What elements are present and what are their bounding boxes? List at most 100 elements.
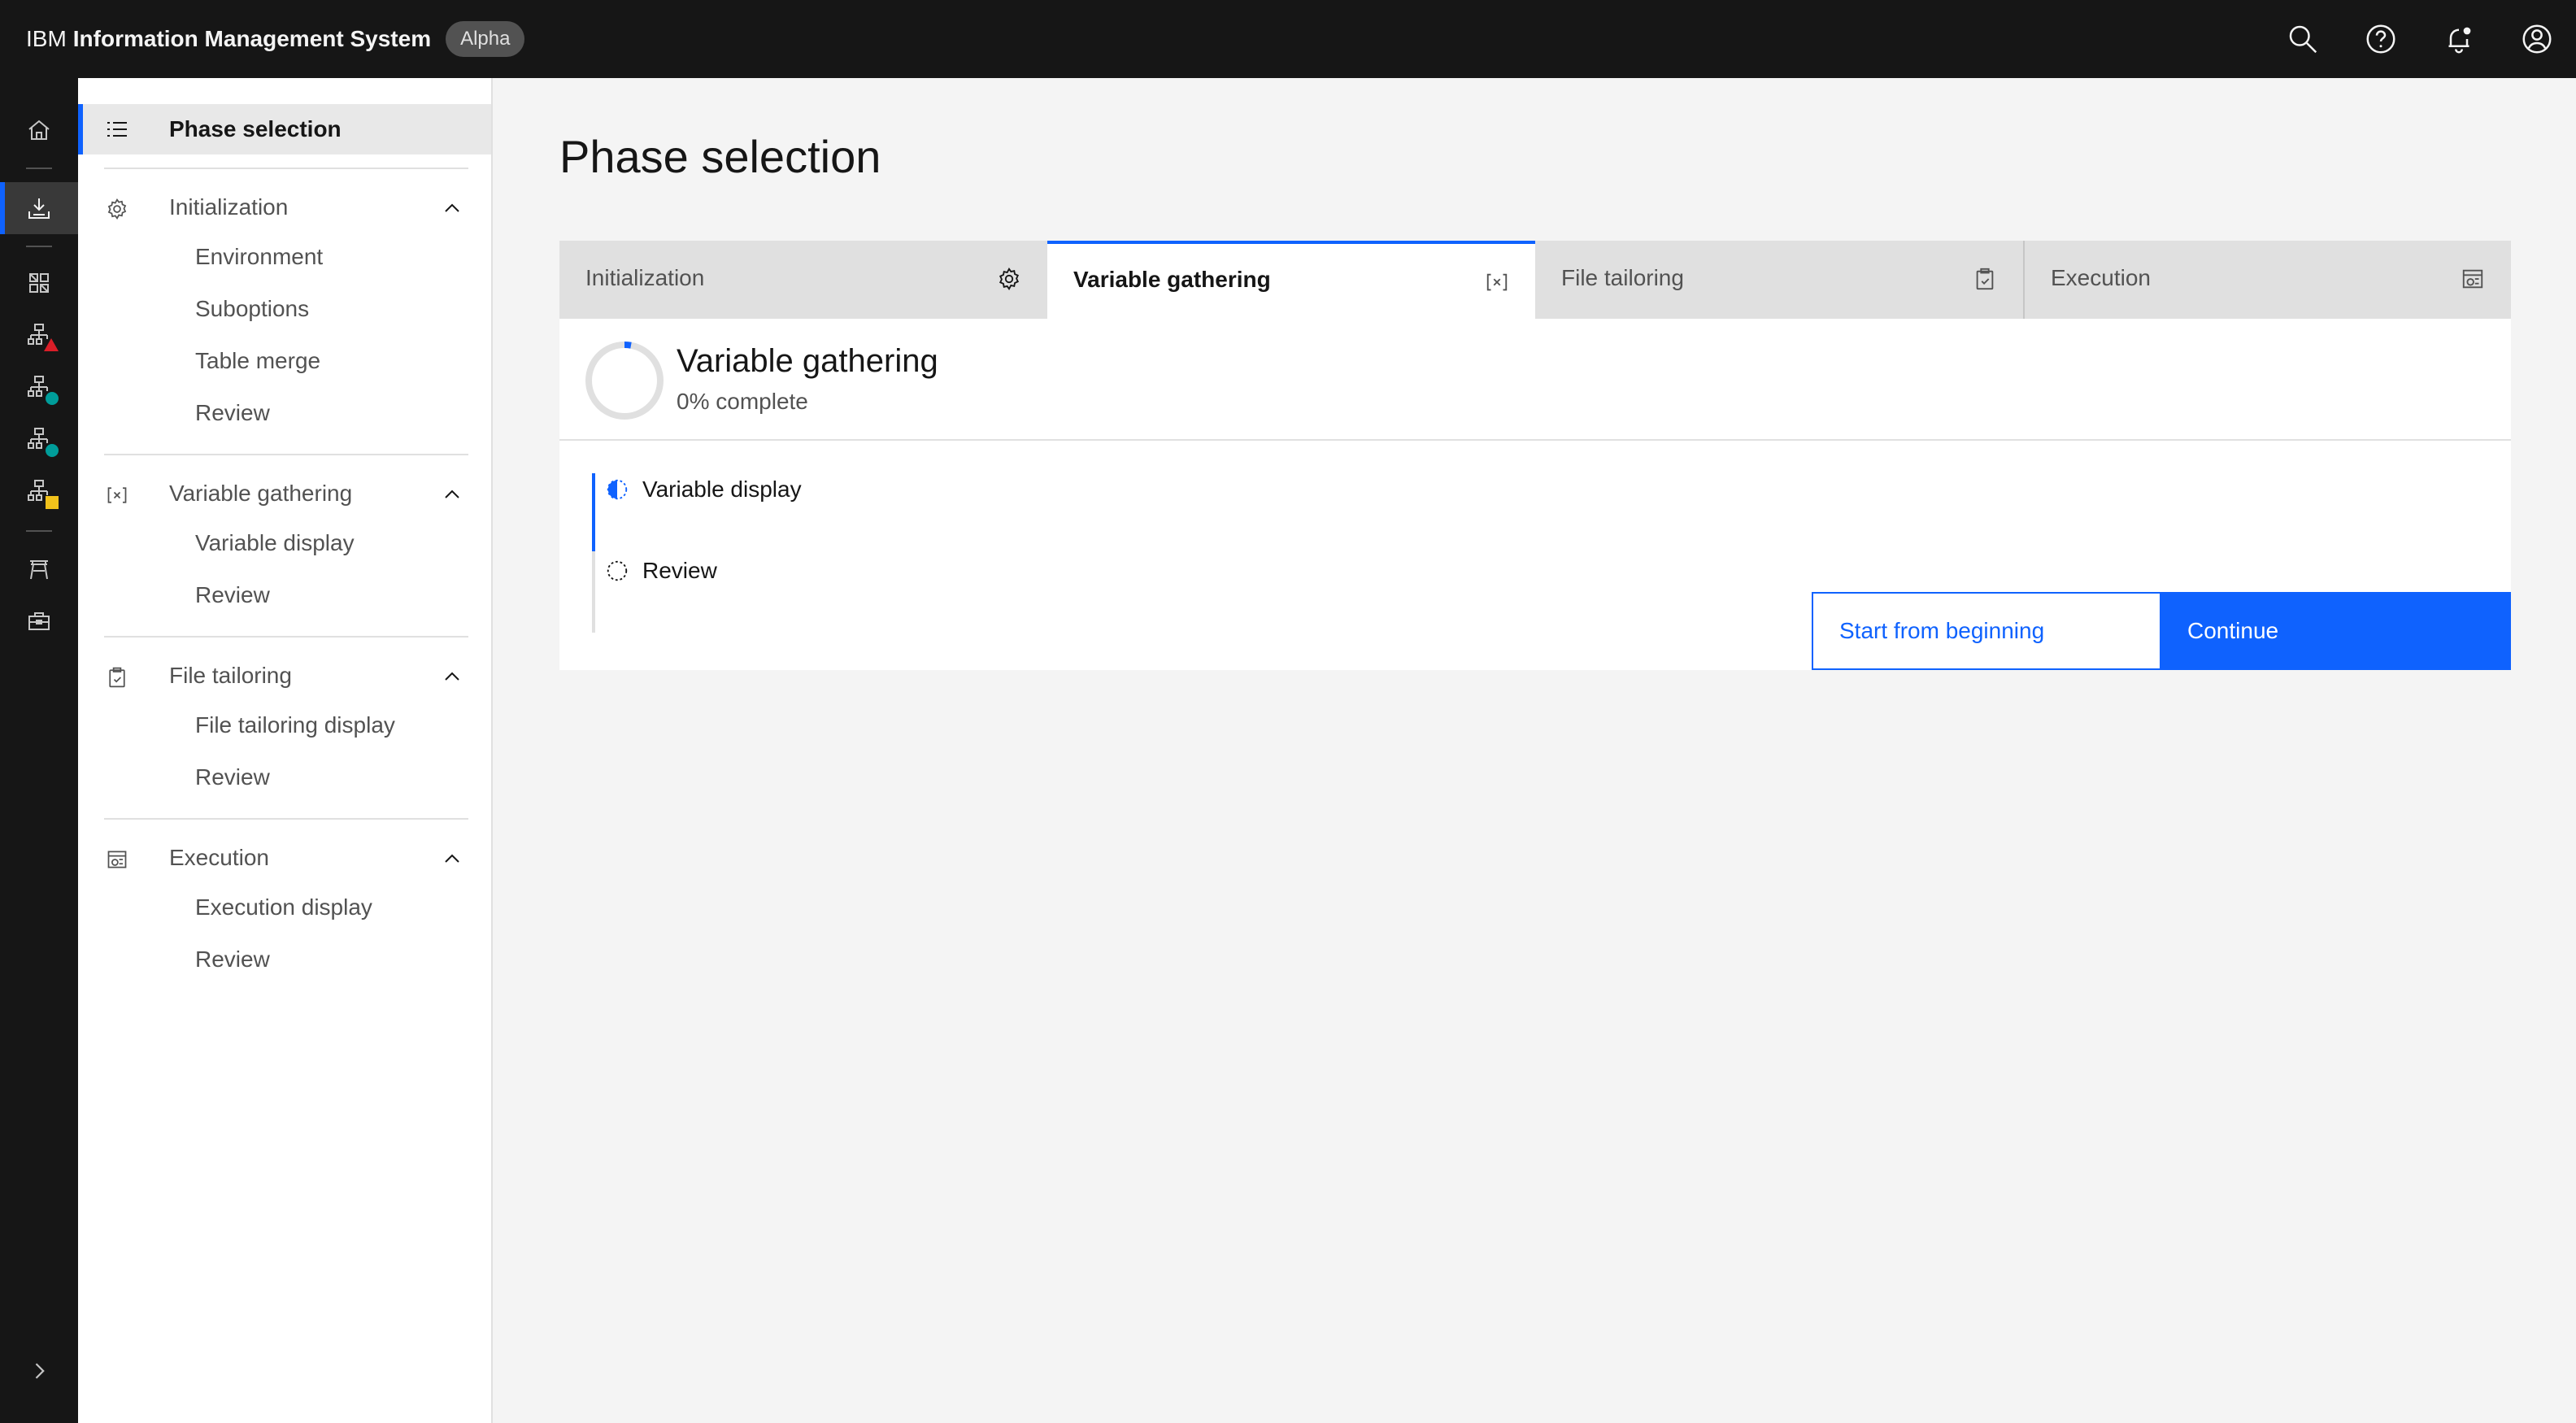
brand-company: IBM — [26, 26, 67, 51]
side-nav-section-execution[interactable]: Execution — [78, 833, 491, 883]
side-nav-title: Phase selection — [169, 116, 342, 141]
settings-icon — [107, 198, 127, 220]
notification-icon — [2448, 27, 2471, 54]
tab-label: File tailoring — [1561, 265, 1684, 290]
tab-label: Execution — [2051, 265, 2151, 290]
section-divider — [104, 454, 468, 455]
left-rail — [0, 78, 78, 1423]
side-nav-section-initialization[interactable]: Initialization — [78, 182, 491, 233]
phase-panel: Variable gathering 0% complete Variable … — [559, 319, 2511, 670]
phase-header: Variable gathering 0% complete — [559, 319, 2511, 441]
search-icon — [2289, 25, 2317, 54]
header-actions — [2264, 0, 2576, 78]
brand-product: Information Management System — [72, 26, 432, 51]
status-success-indicator — [46, 444, 59, 457]
side-nav-item-variable-display[interactable]: Variable display — [195, 527, 355, 559]
status-warning-indicator — [46, 496, 59, 509]
dashboard-icon — [29, 273, 49, 293]
help-button[interactable] — [2342, 0, 2420, 78]
side-nav-item-review[interactable]: Review — [195, 397, 270, 429]
section-title: File tailoring — [169, 663, 292, 688]
tab-variable-gathering[interactable]: Variable gathering — [1047, 241, 1535, 319]
rail-install[interactable] — [0, 182, 78, 234]
toolbox-icon — [28, 612, 50, 630]
tab-label: Initialization — [585, 265, 705, 290]
phase-tabs: Initialization Variable gathering File t… — [559, 241, 2511, 319]
status-error-indicator — [44, 338, 59, 351]
rail-hierarchy-2[interactable] — [0, 361, 78, 413]
list-icon — [107, 122, 127, 137]
rail-home[interactable] — [0, 104, 78, 156]
step-not-started-icon — [607, 560, 628, 581]
side-nav-item-review[interactable]: Review — [195, 761, 270, 794]
alpha-tag: Alpha — [446, 21, 525, 57]
section-title: Variable gathering — [169, 481, 353, 506]
user-avatar-icon — [2522, 24, 2552, 54]
step-variable-display[interactable]: Variable display — [605, 470, 802, 509]
section-divider — [104, 818, 468, 820]
section-title: Execution — [169, 845, 269, 870]
side-nav-item-review[interactable]: Review — [195, 943, 270, 976]
step-track-active — [592, 473, 595, 551]
section-divider — [104, 168, 468, 169]
rail-hierarchy-4[interactable] — [0, 465, 78, 517]
section-title: Initialization — [169, 194, 289, 220]
step-label: Variable display — [642, 477, 802, 502]
side-nav-item-environment[interactable]: Environment — [195, 241, 323, 273]
execution-icon — [107, 851, 127, 868]
chevron-up-icon — [445, 490, 459, 498]
rail-toolbox[interactable] — [0, 595, 78, 647]
section-divider — [104, 636, 468, 638]
clipboard-icon — [109, 667, 125, 688]
side-nav-item-execution-display[interactable]: Execution display — [195, 891, 372, 924]
rail-divider — [26, 530, 52, 532]
install-icon — [28, 198, 50, 219]
rail-hierarchy-1[interactable] — [0, 309, 78, 361]
progress-ring — [585, 341, 664, 420]
side-nav-section-variable-gathering[interactable]: Variable gathering — [78, 468, 491, 519]
step-in-progress-icon — [607, 479, 628, 500]
app-header: IBM Information Management System Alpha — [0, 0, 2576, 78]
tab-file-tailoring[interactable]: File tailoring — [1535, 241, 2023, 319]
side-nav-item-suboptions[interactable]: Suboptions — [195, 293, 309, 325]
chevron-up-icon — [445, 672, 459, 681]
app-brand[interactable]: IBM Information Management System Alpha — [26, 21, 525, 57]
notifications-button[interactable] — [2420, 0, 2498, 78]
tab-execution[interactable]: Execution — [2023, 241, 2511, 319]
search-button[interactable] — [2264, 0, 2342, 78]
phase-title: Variable gathering — [677, 343, 938, 379]
status-success-indicator — [46, 392, 59, 405]
execution-icon — [2462, 269, 2483, 289]
rail-expand-button[interactable] — [0, 1345, 78, 1397]
chevron-up-icon — [445, 203, 459, 212]
tab-initialization[interactable]: Initialization — [559, 241, 1047, 319]
chevron-up-icon — [445, 854, 459, 863]
tab-label: Variable gathering — [1073, 267, 1271, 292]
step-label: Review — [642, 558, 717, 583]
side-nav-phase-selection[interactable]: Phase selection — [78, 104, 491, 154]
variable-icon — [107, 487, 127, 503]
start-from-beginning-button[interactable]: Start from beginning — [1812, 592, 2161, 670]
continue-button[interactable]: Continue — [2161, 592, 2511, 670]
help-icon — [2366, 24, 2395, 54]
rail-divider — [26, 246, 52, 247]
rail-gateway[interactable] — [0, 543, 78, 595]
rail-dashboard[interactable] — [0, 257, 78, 309]
step-review[interactable]: Review — [605, 551, 717, 590]
page-title: Phase selection — [559, 131, 881, 182]
side-nav-item-file-tailoring-display[interactable]: File tailoring display — [195, 709, 395, 742]
chevron-right-icon — [35, 1363, 45, 1379]
variable-icon — [1486, 273, 1508, 291]
side-nav-item-review[interactable]: Review — [195, 579, 270, 611]
gateway-icon — [30, 560, 48, 580]
rail-hierarchy-3[interactable] — [0, 413, 78, 465]
side-nav-item-table-merge[interactable]: Table merge — [195, 345, 320, 377]
user-profile-button[interactable] — [2498, 0, 2576, 78]
home-icon — [28, 120, 50, 140]
clipboard-icon — [1976, 268, 1994, 290]
side-navigation: Phase selection Initialization Environme… — [78, 78, 493, 1423]
rail-divider — [26, 168, 52, 169]
settings-icon — [999, 268, 1020, 290]
phase-progress-text: 0% complete — [677, 389, 808, 414]
side-nav-section-file-tailoring[interactable]: File tailoring — [78, 651, 491, 701]
